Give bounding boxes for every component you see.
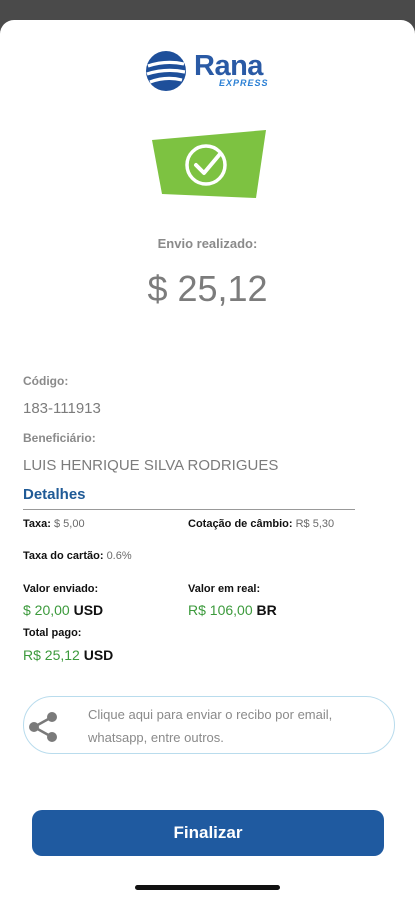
taxa-cartao-value: 0.6% <box>106 550 132 562</box>
taxa-label: Taxa: <box>23 518 51 530</box>
share-receipt-button[interactable]: Clique aqui para enviar o recibo por ema… <box>23 696 395 754</box>
taxa-value: $ 5,00 <box>53 518 85 530</box>
total-pago-currency: USD <box>83 647 114 663</box>
total-pago-value: R$ 25,12 USD <box>23 647 113 663</box>
total-pago-amount: R$ 25,12 <box>23 647 80 663</box>
brand-tagline: EXPRESS <box>219 78 269 88</box>
taxa-cartao-row: Taxa do cartão: 0.6% <box>23 550 132 562</box>
valor-real-amount: R$ 106,00 <box>188 602 253 618</box>
taxa-cartao-label: Taxa do cartão: <box>23 550 104 562</box>
taxa-row: Taxa: $ 5,00 <box>23 518 85 530</box>
share-receipt-text: Clique aqui para enviar o recibo por ema… <box>88 707 333 745</box>
valor-enviado-label: Valor enviado: <box>23 583 99 595</box>
details-title: Detalhes <box>23 486 86 503</box>
beneficiario-value: LUIS HENRIQUE SILVA RODRIGUES <box>23 457 279 474</box>
finalizar-button[interactable]: Finalizar <box>32 810 384 856</box>
cotacao-value: R$ 5,30 <box>295 518 335 530</box>
status-bar <box>0 0 415 22</box>
codigo-value: 183-111913 <box>23 400 101 417</box>
cotacao-label: Cotação de câmbio: <box>188 518 293 530</box>
valor-real-label: Valor em real: <box>188 583 261 595</box>
rana-express-logo: Rana EXPRESS <box>145 50 275 94</box>
sent-amount: $ 25,12 <box>147 268 268 309</box>
beneficiario-label: Beneficiário: <box>23 431 96 445</box>
valor-enviado-currency: USD <box>73 602 104 618</box>
details-divider <box>23 509 355 510</box>
total-pago-label: Total pago: <box>23 627 82 639</box>
home-indicator <box>135 885 280 890</box>
status-label: Envio realizado: <box>157 236 258 251</box>
codigo-label: Código: <box>23 374 69 388</box>
check-circle-icon <box>152 130 266 198</box>
cotacao-row: Cotação de câmbio: R$ 5,30 <box>188 518 334 530</box>
valor-real-currency: BR <box>256 602 277 618</box>
valor-real-value: R$ 106,00 BR <box>188 602 277 618</box>
share-icon <box>29 712 57 742</box>
valor-enviado-amount: $ 20,00 <box>23 602 70 618</box>
valor-enviado-value: $ 20,00 USD <box>23 602 103 618</box>
receipt-sheet: Rana EXPRESS Envio realizado: $ 25,12 Có… <box>0 20 415 900</box>
globe-icon <box>146 51 186 91</box>
